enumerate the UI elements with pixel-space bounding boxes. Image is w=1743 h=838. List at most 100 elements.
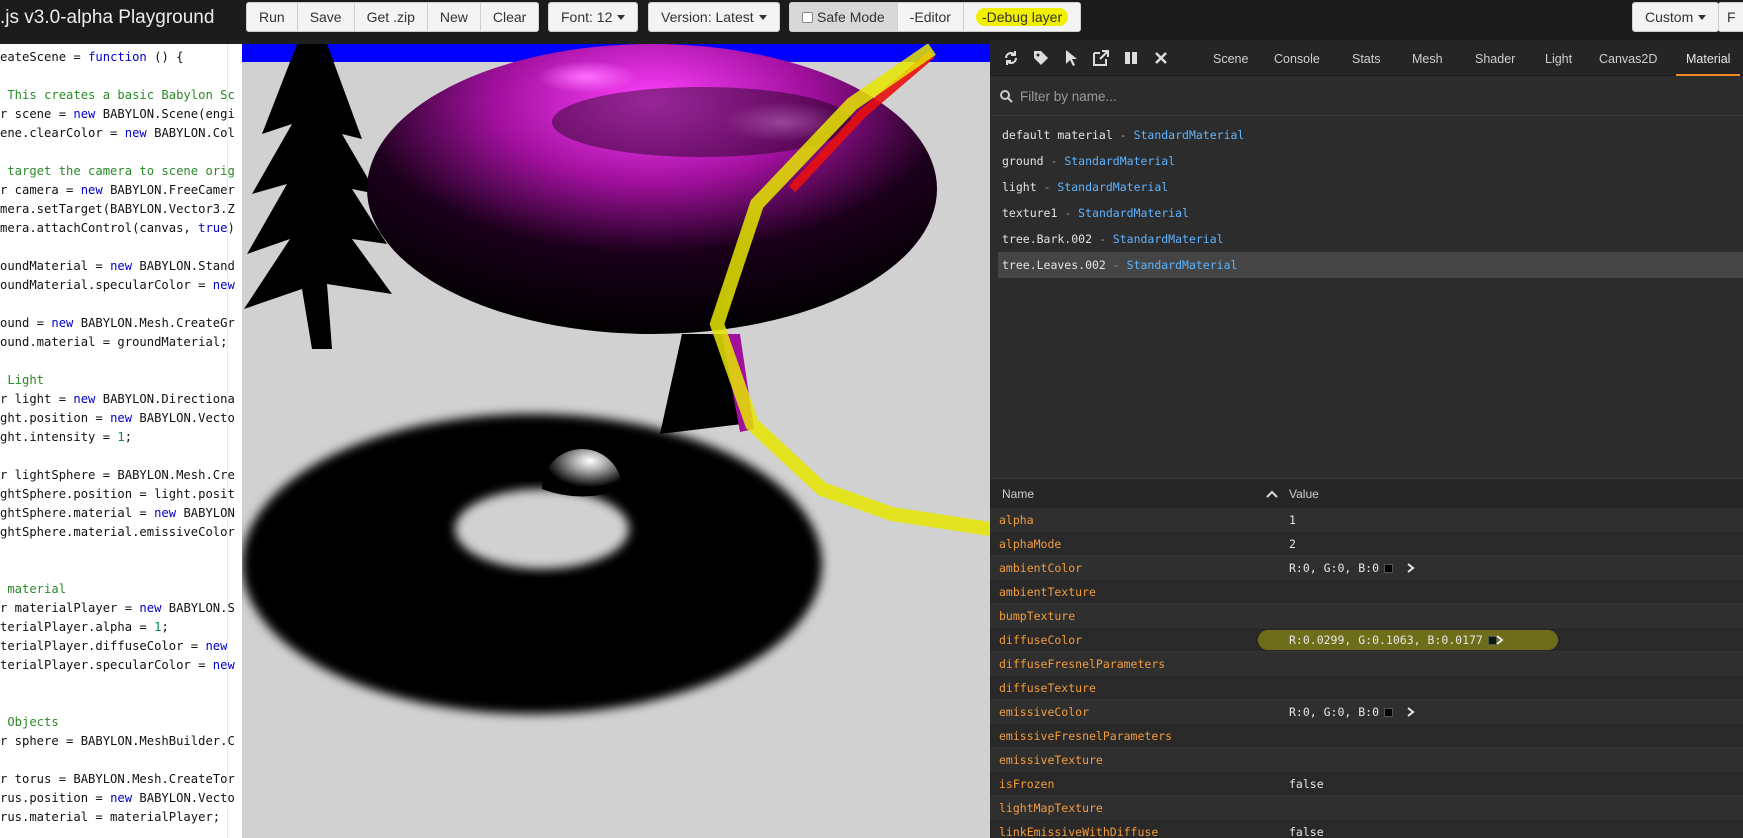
pointer-icon[interactable]	[1062, 49, 1080, 67]
checkbox-icon[interactable]	[802, 12, 813, 23]
version-dropdown-button[interactable]: Version: Latest	[649, 3, 779, 31]
version-dropdown[interactable]: Version: Latest	[648, 2, 780, 32]
color-swatch[interactable]	[1384, 708, 1394, 717]
tab-material[interactable]: Material	[1676, 40, 1741, 76]
property-value[interactable]: R:0.0299, G:0.1063, B:0.0177	[1289, 628, 1497, 652]
code-line: r torus = BABYLON.Mesh.CreateTor	[0, 772, 235, 786]
sort-chevron-up-icon[interactable]	[1266, 490, 1278, 498]
property-row[interactable]: diffuseColor R:0.0299, G:0.1063, B:0.0177	[990, 628, 1743, 652]
property-row[interactable]: isFrozen false	[990, 772, 1743, 796]
material-item[interactable]: ground - StandardMaterial	[998, 148, 1743, 174]
close-icon[interactable]	[1152, 49, 1170, 67]
tab-light[interactable]: Light	[1545, 40, 1572, 76]
property-row[interactable]: alpha 1	[990, 508, 1743, 532]
tab-scene[interactable]: Scene	[1213, 40, 1248, 76]
code-line: ene.clearColor = new BABYLON.Col	[0, 126, 235, 140]
property-name: ambientTexture	[999, 585, 1096, 599]
filter-input[interactable]	[1020, 86, 1720, 106]
app-title: .js v3.0-alpha Playground	[0, 7, 215, 28]
property-row[interactable]: diffuseTexture	[990, 676, 1743, 700]
custom-label: Custom	[1645, 9, 1694, 25]
top-toolbar: .js v3.0-alpha Playground Run Save Get .…	[0, 0, 1743, 40]
material-item[interactable]: light - StandardMaterial	[998, 174, 1743, 200]
property-row[interactable]: linkEmissiveWithDiffuse false	[990, 820, 1743, 838]
material-item[interactable]: tree.Bark.002 - StandardMaterial	[998, 226, 1743, 252]
property-name: lightMapTexture	[999, 801, 1103, 815]
property-row[interactable]: ambientColor R:0, G:0, B:0	[990, 556, 1743, 580]
property-value[interactable]: false	[1289, 820, 1324, 838]
tab-shader[interactable]: Shader	[1475, 40, 1515, 76]
property-value[interactable]: R:0, G:0, B:0	[1289, 556, 1394, 580]
code-line: ghtSphere.material = new BABYLON	[0, 506, 235, 520]
property-row[interactable]: emissiveFresnelParameters	[990, 724, 1743, 748]
cut-off-button-label: F	[1719, 3, 1743, 31]
chevron-right-icon[interactable]	[1496, 635, 1504, 645]
name-column-header[interactable]: Name	[1002, 487, 1034, 501]
chevron-right-icon[interactable]	[1407, 707, 1415, 717]
save-button[interactable]: Save	[297, 3, 355, 31]
code-line: ght.intensity = 1;	[0, 430, 133, 444]
cut-off-button[interactable]: F	[1718, 2, 1743, 32]
code-line: Objects	[0, 715, 59, 729]
chevron-right-icon[interactable]	[1407, 563, 1415, 573]
property-name: diffuseFresnelParameters	[999, 657, 1166, 671]
property-value-text: false	[1289, 777, 1324, 791]
property-row[interactable]: bumpTexture	[990, 604, 1743, 628]
render-canvas[interactable]	[242, 44, 990, 838]
safe-mode-label: Safe Mode	[817, 9, 885, 25]
property-row[interactable]: diffuseFresnelParameters	[990, 652, 1743, 676]
property-value[interactable]: 2	[1289, 532, 1296, 556]
tab-stats[interactable]: Stats	[1352, 40, 1381, 76]
value-column-header[interactable]: Value	[1289, 487, 1319, 501]
scene-render	[242, 44, 990, 714]
get-zip-button[interactable]: Get .zip	[354, 3, 428, 31]
code-line: terialPlayer.alpha = 1;	[0, 620, 169, 634]
debug-inspector: Scene Console Stats Mesh Shader Light Canvas2D…	[990, 40, 1743, 838]
property-row[interactable]: alphaMode 2	[990, 532, 1743, 556]
property-row[interactable]: lightMapTexture	[990, 796, 1743, 820]
font-dropdown-button[interactable]: Font: 12	[549, 3, 638, 31]
debug-layer-button[interactable]: -Debug layer	[963, 3, 1081, 31]
custom-dropdown[interactable]: Custom	[1632, 2, 1720, 32]
tab-mesh[interactable]: Mesh	[1412, 40, 1443, 76]
code-line: r scene = new BABYLON.Scene(engi	[0, 107, 235, 121]
material-name: tree.Bark.002	[1002, 232, 1093, 246]
safe-mode-toggle[interactable]: Safe Mode	[790, 3, 898, 31]
clear-button[interactable]: Clear	[480, 3, 539, 31]
material-item[interactable]: default material - StandardMaterial	[998, 122, 1743, 148]
code-line: This creates a basic Babylon Sc	[0, 88, 235, 102]
pause-icon[interactable]	[1122, 49, 1140, 67]
property-value-text: 1	[1289, 513, 1296, 527]
tab-canvas2d[interactable]: Canvas2D	[1599, 40, 1657, 76]
property-value[interactable]: 1	[1289, 508, 1296, 532]
tags-icon[interactable]	[1032, 49, 1050, 67]
material-item[interactable]: texture1 - StandardMaterial	[998, 200, 1743, 226]
font-dropdown[interactable]: Font: 12	[548, 2, 639, 32]
property-value-text: 2	[1289, 537, 1296, 551]
popout-icon[interactable]	[1092, 49, 1110, 67]
property-row[interactable]: emissiveTexture	[990, 748, 1743, 772]
editor-divider	[227, 44, 228, 838]
color-swatch[interactable]	[1384, 564, 1394, 573]
property-value[interactable]: false	[1289, 772, 1324, 796]
code-line: eateScene = function () {	[0, 50, 184, 64]
property-row[interactable]: ambientTexture	[990, 580, 1743, 604]
material-item[interactable]: tree.Leaves.002 - StandardMaterial	[998, 252, 1743, 278]
material-separator: -	[1092, 232, 1113, 246]
code-editor[interactable]: eateScene = function () { This creates a…	[0, 44, 242, 838]
property-value[interactable]: R:0, G:0, B:0	[1289, 700, 1394, 724]
playground-app: .js v3.0-alpha Playground Run Save Get .…	[0, 0, 1743, 838]
refresh-icon[interactable]	[1002, 49, 1020, 67]
code-line: ghtSphere.position = light.posit	[0, 487, 235, 501]
property-row[interactable]: emissiveColor R:0, G:0, B:0	[990, 700, 1743, 724]
custom-dropdown-button[interactable]: Custom	[1633, 3, 1719, 31]
new-button[interactable]: New	[427, 3, 481, 31]
property-name: emissiveFresnelParameters	[999, 729, 1173, 743]
code-line: ound = new BABYLON.Mesh.CreateGr	[0, 316, 235, 330]
property-value-text: false	[1289, 825, 1324, 838]
run-button[interactable]: Run	[247, 3, 298, 31]
tab-console[interactable]: Console	[1274, 40, 1320, 76]
property-name: alpha	[999, 513, 1034, 527]
code-line: mera.setTarget(BABYLON.Vector3.Z	[0, 202, 235, 216]
editor-toggle-button[interactable]: -Editor	[897, 3, 964, 31]
